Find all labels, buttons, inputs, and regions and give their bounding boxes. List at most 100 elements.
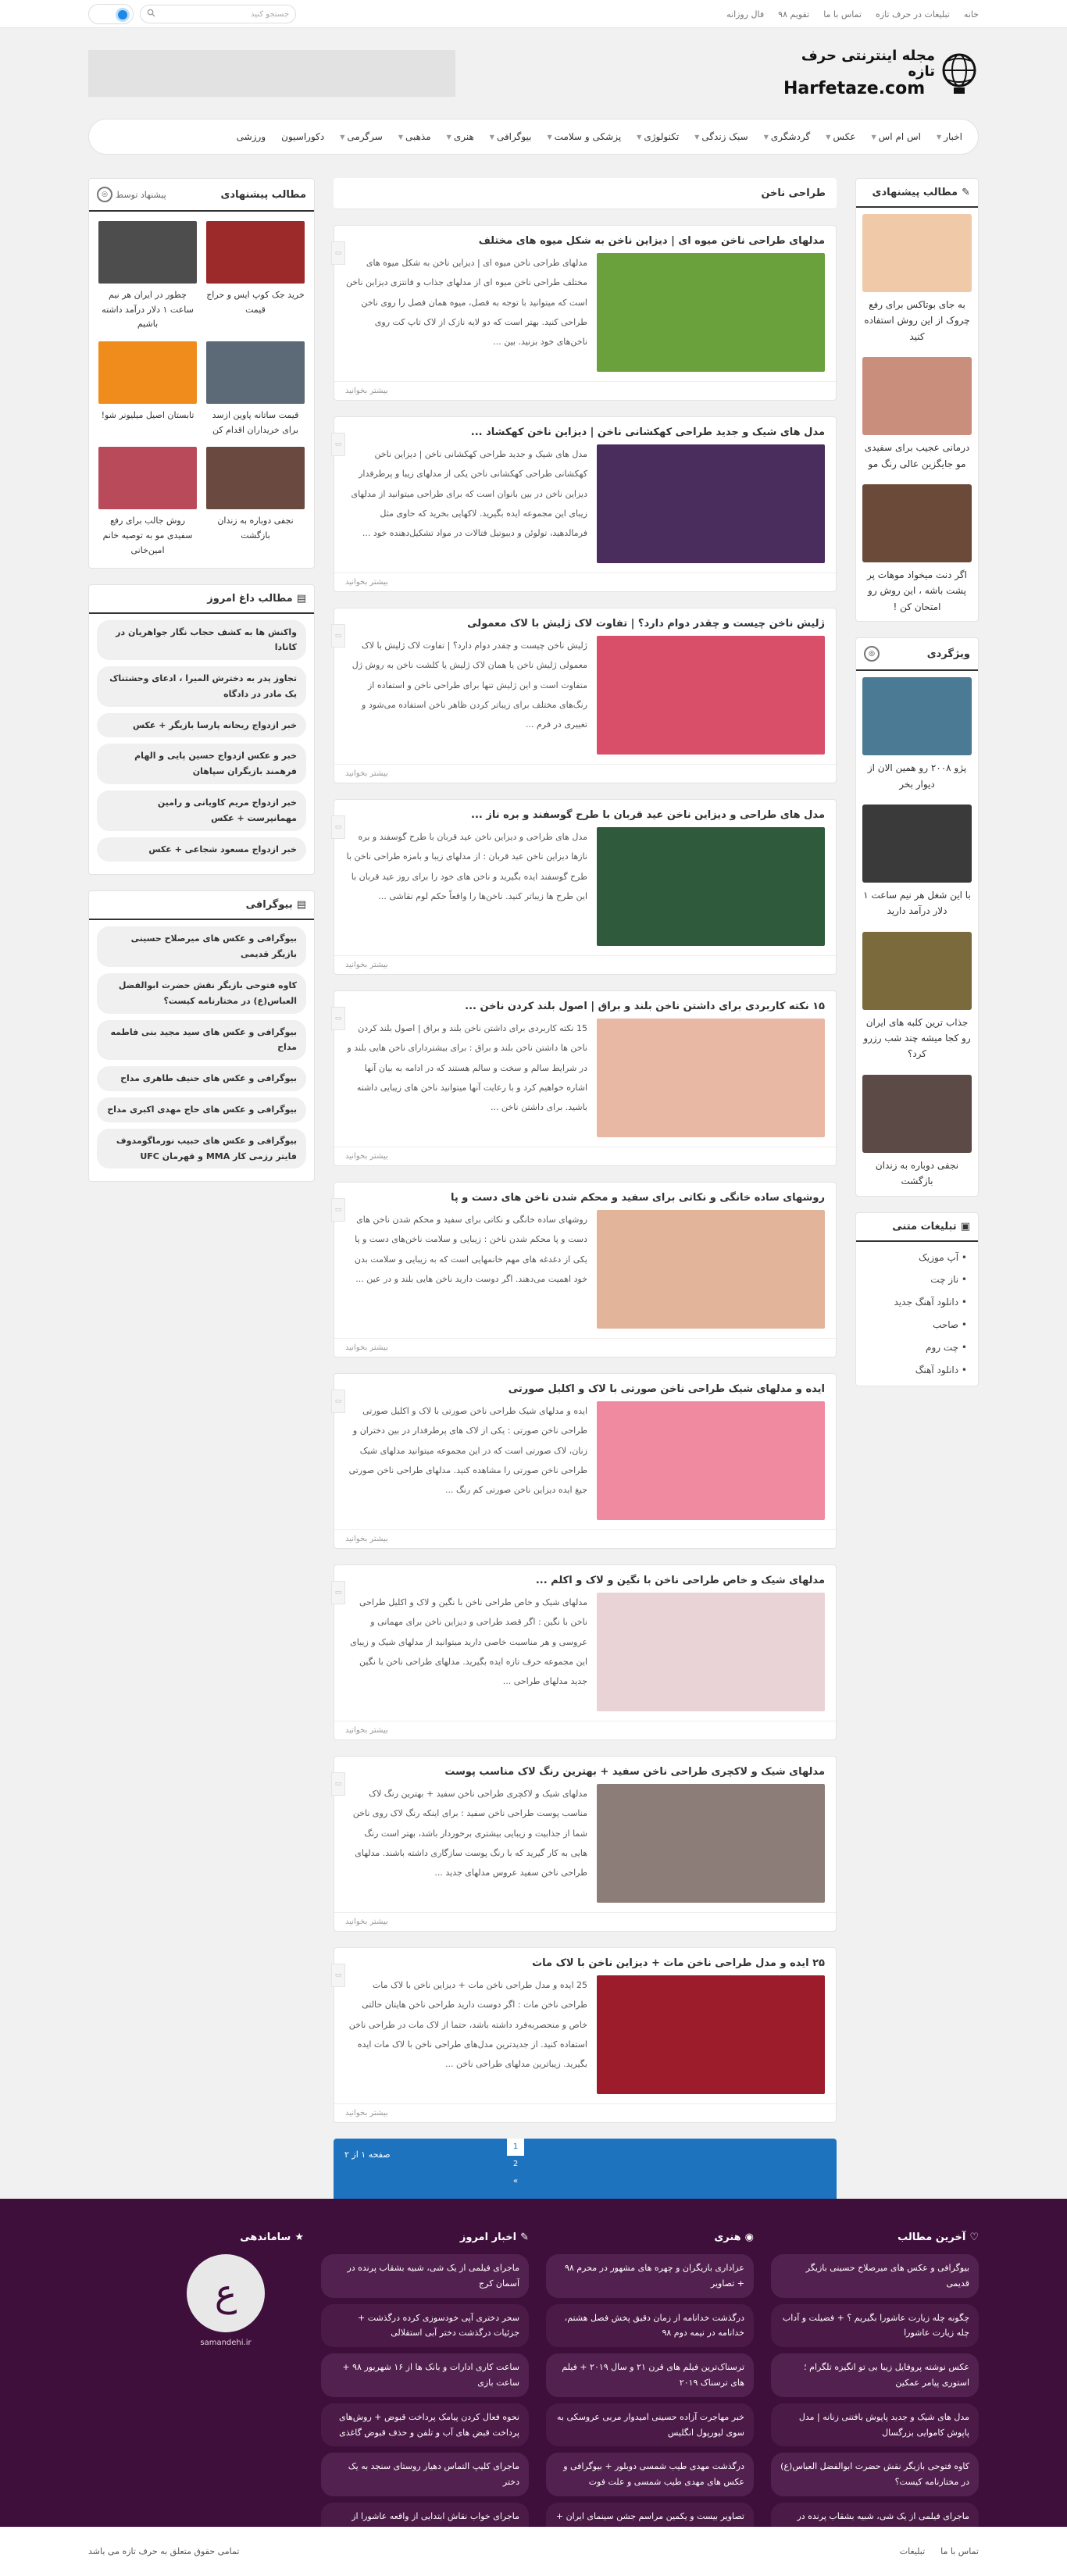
post-title[interactable]: ۲۵ ایده و مدل طراحی ناخن مات + دیزاین نا…: [334, 1948, 836, 1975]
post-title[interactable]: ایده و مدلهای شیک طراحی ناخن صورتی با لا…: [334, 1374, 836, 1401]
read-more-link[interactable]: بیشتر بخوانید: [334, 573, 836, 591]
top-link[interactable]: خانه: [964, 9, 979, 20]
top-link[interactable]: فال روزانه: [726, 9, 764, 20]
nav-item[interactable]: بیوگرافی ▼: [490, 131, 532, 142]
bottom-link[interactable]: تماس با ما: [940, 2546, 979, 2556]
footer-today-item[interactable]: ساعت کاری ادارات و بانک ها از ۱۶ شهریور …: [321, 2353, 529, 2397]
hot-news-item[interactable]: تجاوز پدر به دخترش المیرا ، ادعای وحشتنا…: [97, 666, 306, 707]
post-image[interactable]: [597, 1784, 825, 1903]
footer-art-item[interactable]: ترسناک‌ترین فیلم های قرن ۲۱ و سال ۲۰۱۹ +…: [546, 2353, 754, 2397]
hot-news-item[interactable]: خبر و عکس ازدواج حسین پایی و الهام فرهمن…: [97, 744, 306, 785]
nav-item[interactable]: دکوراسیون: [281, 131, 324, 142]
samandehi-badge[interactable]: ع samandehi.ir: [183, 2254, 269, 2371]
left-suggested-item[interactable]: قیمت ساتانه پاوین ازسد برای خریداران اقد…: [206, 341, 305, 437]
text-ad-link[interactable]: • دانلود آهنگ جدید: [867, 1291, 967, 1314]
bio-item[interactable]: کاوه فتوحی بازیگر نقش حضرت ابوالفضل العب…: [97, 973, 306, 1014]
hot-news-item[interactable]: خبر ازدواج ریحانه پارسا بازیگر + عکس: [97, 712, 306, 738]
post-title[interactable]: مدل های طراحی و دیزاین ناخن عید قربان با…: [334, 800, 836, 827]
bio-item[interactable]: بیوگرافی و عکس های میرصلاح حسینی بازیگر …: [97, 926, 306, 968]
header-banner[interactable]: [88, 50, 455, 97]
footer-today-item[interactable]: ماجرای کلیپ التماس دهیار روستای سنجد به …: [321, 2453, 529, 2496]
nav-item[interactable]: سبک زندگی ▼: [694, 131, 748, 142]
read-more-link[interactable]: بیشتر بخوانید: [334, 381, 836, 400]
post-image[interactable]: [597, 636, 825, 755]
text-ad-link[interactable]: • دانلود آهنگ: [867, 1359, 967, 1382]
text-ad-link[interactable]: • چت روم: [867, 1336, 967, 1359]
post-image[interactable]: [597, 1019, 825, 1137]
left-suggested-item[interactable]: نجفی دوباره به زندان بازگشت: [206, 447, 305, 558]
post-title[interactable]: مدلهای طراحی ناخن میوه ای | دیزاین ناخن …: [334, 226, 836, 253]
featured-item[interactable]: با این شغل هر نیم ساعت ۱ دلار درآمد داری…: [856, 798, 978, 926]
footer-latest-item[interactable]: مدل های شیک و جدید پاپوش بافتنی زنانه | …: [771, 2403, 979, 2447]
nav-item[interactable]: اس ام اس ▼: [872, 131, 922, 142]
post-image[interactable]: [597, 1975, 825, 2094]
footer-today-item[interactable]: سحر دختری آپی خودسوزی کرده درگذشت + جزئی…: [321, 2303, 529, 2348]
text-ad-link[interactable]: • ناز چت: [867, 1268, 967, 1291]
left-suggested-item[interactable]: تابستان اصیل میلیونر شو!: [98, 341, 197, 437]
text-ad-link[interactable]: • صاحب: [867, 1314, 967, 1336]
left-suggested-item[interactable]: خرید جک کوپ ایس و حراج قیمت: [206, 221, 305, 332]
nav-item[interactable]: گردشگری ▼: [764, 131, 811, 142]
footer-latest-item[interactable]: بیوگرافی و عکس های میرصلاح حسینی بازیگر …: [771, 2254, 979, 2298]
footer-latest-item[interactable]: عکس نوشته پروفایل زیبا بی تو انگیزه تلگر…: [771, 2353, 979, 2397]
nav-item[interactable]: اخبار ▼: [937, 131, 962, 142]
top-link[interactable]: تماس با ما: [823, 9, 862, 20]
post-title[interactable]: مدلهای شیک و لاکچری طراحی ناخن سفید + به…: [334, 1757, 836, 1784]
footer-art-item[interactable]: عزاداری بازیگران و چهره های مشهور در محر…: [546, 2254, 754, 2298]
featured-item[interactable]: نجفی دوباره به زندان بازگشت: [856, 1069, 978, 1196]
nav-item[interactable]: عکس ▼: [826, 131, 855, 142]
read-more-link[interactable]: بیشتر بخوانید: [334, 764, 836, 783]
nav-item[interactable]: مذهبی ▼: [398, 131, 431, 142]
right-suggested-item[interactable]: اگر دنت میخواد موهات پر پشت باشه ، این ر…: [856, 478, 978, 621]
left-suggested-item[interactable]: چطور در ایران هر نیم ساعت ۱ دلار درآمد د…: [98, 221, 197, 332]
text-ad-link[interactable]: • آپ موزیک: [867, 1247, 967, 1269]
page-link[interactable]: »: [507, 2173, 524, 2190]
bio-item[interactable]: بیوگرافی و عکس های سید مجید بنی فاطمه مد…: [97, 1019, 306, 1061]
hot-news-item[interactable]: خبر ازدواج مریم کاویانی و رامین مهمانپرس…: [97, 790, 306, 831]
featured-item[interactable]: پژو ۲۰۰۸ رو همین الان از دیوار بخر: [856, 671, 978, 798]
bio-item[interactable]: بیوگرافی و عکس های حاج مهدی اکبری مداح: [97, 1097, 306, 1122]
footer-art-item[interactable]: درگذشت خدانامه از زمان دقیق پخش فصل هشتم…: [546, 2303, 754, 2348]
nav-item[interactable]: هنری ▼: [447, 131, 474, 142]
post-image[interactable]: [597, 253, 825, 372]
nav-item[interactable]: سرگرمی ▼: [340, 131, 383, 142]
bottom-link[interactable]: تبلیغات: [900, 2546, 925, 2556]
top-link[interactable]: تقویم ۹۸: [778, 9, 809, 20]
hot-news-item[interactable]: واکنش ها به کشف حجاب نگار جواهریان در کا…: [97, 619, 306, 661]
right-suggested-item[interactable]: درمانی عجیب برای سفیدی مو جایگزین عالی ر…: [856, 351, 978, 478]
page-link[interactable]: 1: [507, 2139, 524, 2156]
hot-news-item[interactable]: خبر ازدواج مسعود شجاعی + عکس: [97, 837, 306, 862]
read-more-link[interactable]: بیشتر بخوانید: [334, 1912, 836, 1931]
nav-item[interactable]: ورزشی: [237, 131, 266, 142]
search-icon[interactable]: [147, 9, 155, 20]
search-box[interactable]: جستجو کنید: [140, 5, 296, 23]
footer-today-item[interactable]: ماجرای فیلمی از یک شی، شبیه بشقاب پرنده …: [321, 2254, 529, 2298]
footer-art-item[interactable]: خبر مهاجرت آزاده حسینی امیدوار مربی عروس…: [546, 2403, 754, 2447]
footer-latest-item[interactable]: چگونه چله زیارت عاشورا بگیریم ؟ + فضیلت …: [771, 2303, 979, 2348]
right-suggested-item[interactable]: به جای بوتاکس برای رفع چروک از این روش ا…: [856, 208, 978, 351]
page-link[interactable]: 2: [507, 2156, 524, 2173]
post-title[interactable]: مدل های شیک و جدید طراحی کهکشانی ناخن | …: [334, 417, 836, 444]
featured-item[interactable]: جذاب ترین کلبه های ایران رو کجا میشه چند…: [856, 926, 978, 1069]
read-more-link[interactable]: بیشتر بخوانید: [334, 1147, 836, 1165]
bio-item[interactable]: بیوگرافی و عکس های حنیف طاهری مداح: [97, 1066, 306, 1092]
post-image[interactable]: [597, 1401, 825, 1520]
post-title[interactable]: روشهای ساده خانگی و نکاتی برای سفید و مح…: [334, 1183, 836, 1210]
post-image[interactable]: [597, 1593, 825, 1711]
nav-item[interactable]: پزشکی و سلامت ▼: [548, 131, 622, 142]
post-title[interactable]: ژلیش ناخن چیست و چقدر دوام دارد؟ | تفاوت…: [334, 608, 836, 636]
theme-toggle[interactable]: [88, 4, 134, 24]
post-image[interactable]: [597, 1210, 825, 1329]
post-title[interactable]: ۱۵ نکته کاربردی برای داشتن ناخن بلند و ب…: [334, 991, 836, 1019]
footer-art-item[interactable]: درگذشت مهدی طیب‌ شمسی دوبلور + بیوگرافی …: [546, 2453, 754, 2496]
post-image[interactable]: [597, 444, 825, 563]
read-more-link[interactable]: بیشتر بخوانید: [334, 1721, 836, 1739]
footer-latest-item[interactable]: کاوه فتوحی بازیگر نقش حضرت ابوالفضل العب…: [771, 2453, 979, 2496]
site-logo[interactable]: مجله اینترنتی حرف تازه Harfetaze.com: [783, 48, 979, 98]
read-more-link[interactable]: بیشتر بخوانید: [334, 2103, 836, 2122]
post-image[interactable]: [597, 827, 825, 946]
nav-item[interactable]: تکنولوژی ▼: [637, 131, 679, 142]
footer-today-item[interactable]: نحوه فعال کردن پیامک پرداخت قبوض + روش‌ه…: [321, 2403, 529, 2447]
bio-item[interactable]: بیوگرافی و عکس های حبیب نورماگومدوف فایت…: [97, 1128, 306, 1169]
left-suggested-item[interactable]: روش جالب برای رفع سفیدی مو به توصیه خانم…: [98, 447, 197, 558]
